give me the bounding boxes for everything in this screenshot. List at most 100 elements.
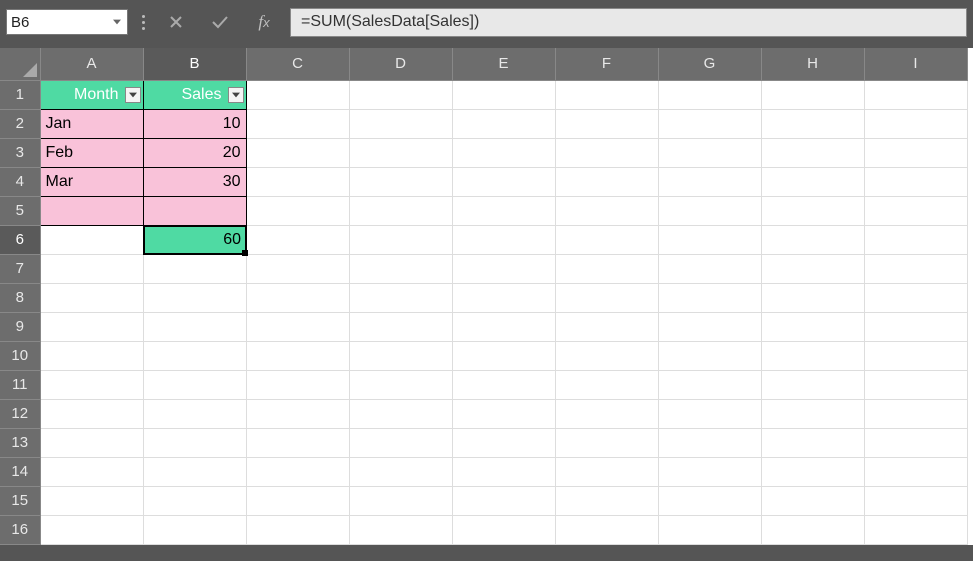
cell-C14[interactable] bbox=[246, 457, 349, 486]
row-header-9[interactable]: 9 bbox=[0, 312, 40, 341]
cell-E8[interactable] bbox=[452, 283, 555, 312]
cell-A9[interactable] bbox=[40, 312, 143, 341]
select-all-corner[interactable] bbox=[0, 48, 40, 80]
cell-E7[interactable] bbox=[452, 254, 555, 283]
cell-C6[interactable] bbox=[246, 225, 349, 254]
cell-D4[interactable] bbox=[349, 167, 452, 196]
cell-E15[interactable] bbox=[452, 486, 555, 515]
cell-H9[interactable] bbox=[761, 312, 864, 341]
cell-F11[interactable] bbox=[555, 370, 658, 399]
cell-F16[interactable] bbox=[555, 515, 658, 544]
cell-G13[interactable] bbox=[658, 428, 761, 457]
cell-E2[interactable] bbox=[452, 109, 555, 138]
cell-I7[interactable] bbox=[864, 254, 967, 283]
cell-E4[interactable] bbox=[452, 167, 555, 196]
cell-I13[interactable] bbox=[864, 428, 967, 457]
row-header-2[interactable]: 2 bbox=[0, 109, 40, 138]
formula-input[interactable]: =SUM(SalesData[Sales]) bbox=[290, 8, 967, 37]
cell-B13[interactable] bbox=[143, 428, 246, 457]
cell-A1[interactable]: Month bbox=[40, 80, 143, 109]
cell-F4[interactable] bbox=[555, 167, 658, 196]
cell-D14[interactable] bbox=[349, 457, 452, 486]
cell-C11[interactable] bbox=[246, 370, 349, 399]
cell-B2[interactable]: 10 bbox=[143, 109, 246, 138]
cell-D11[interactable] bbox=[349, 370, 452, 399]
cell-H10[interactable] bbox=[761, 341, 864, 370]
cell-H3[interactable] bbox=[761, 138, 864, 167]
cell-H15[interactable] bbox=[761, 486, 864, 515]
cell-D1[interactable] bbox=[349, 80, 452, 109]
cell-C1[interactable] bbox=[246, 80, 349, 109]
cell-A4[interactable]: Mar bbox=[40, 167, 143, 196]
cell-B12[interactable] bbox=[143, 399, 246, 428]
cell-G14[interactable] bbox=[658, 457, 761, 486]
cell-H16[interactable] bbox=[761, 515, 864, 544]
cell-D16[interactable] bbox=[349, 515, 452, 544]
cell-G8[interactable] bbox=[658, 283, 761, 312]
col-header-H[interactable]: H bbox=[761, 48, 864, 80]
cell-I15[interactable] bbox=[864, 486, 967, 515]
cell-A5[interactable] bbox=[40, 196, 143, 225]
cell-E1[interactable] bbox=[452, 80, 555, 109]
col-header-F[interactable]: F bbox=[555, 48, 658, 80]
cell-E11[interactable] bbox=[452, 370, 555, 399]
cell-A15[interactable] bbox=[40, 486, 143, 515]
cell-G1[interactable] bbox=[658, 80, 761, 109]
cell-F3[interactable] bbox=[555, 138, 658, 167]
row-header-11[interactable]: 11 bbox=[0, 370, 40, 399]
col-header-B[interactable]: B bbox=[143, 48, 246, 80]
row-header-7[interactable]: 7 bbox=[0, 254, 40, 283]
cell-C9[interactable] bbox=[246, 312, 349, 341]
cell-I6[interactable] bbox=[864, 225, 967, 254]
cell-B8[interactable] bbox=[143, 283, 246, 312]
cell-B14[interactable] bbox=[143, 457, 246, 486]
cell-H8[interactable] bbox=[761, 283, 864, 312]
cell-D9[interactable] bbox=[349, 312, 452, 341]
cell-H6[interactable] bbox=[761, 225, 864, 254]
name-box-dropdown-icon[interactable] bbox=[111, 10, 123, 34]
cell-G9[interactable] bbox=[658, 312, 761, 341]
cell-C3[interactable] bbox=[246, 138, 349, 167]
cell-H11[interactable] bbox=[761, 370, 864, 399]
row-header-6[interactable]: 6 bbox=[0, 225, 40, 254]
cell-F6[interactable] bbox=[555, 225, 658, 254]
cell-H5[interactable] bbox=[761, 196, 864, 225]
cell-F7[interactable] bbox=[555, 254, 658, 283]
cell-A3[interactable]: Feb bbox=[40, 138, 143, 167]
row-header-15[interactable]: 15 bbox=[0, 486, 40, 515]
cell-E6[interactable] bbox=[452, 225, 555, 254]
cell-D6[interactable] bbox=[349, 225, 452, 254]
cell-A12[interactable] bbox=[40, 399, 143, 428]
cell-F12[interactable] bbox=[555, 399, 658, 428]
cell-C15[interactable] bbox=[246, 486, 349, 515]
cell-C16[interactable] bbox=[246, 515, 349, 544]
row-header-8[interactable]: 8 bbox=[0, 283, 40, 312]
cell-F1[interactable] bbox=[555, 80, 658, 109]
cell-I8[interactable] bbox=[864, 283, 967, 312]
cell-D2[interactable] bbox=[349, 109, 452, 138]
cell-H14[interactable] bbox=[761, 457, 864, 486]
cell-C13[interactable] bbox=[246, 428, 349, 457]
cell-I1[interactable] bbox=[864, 80, 967, 109]
cell-G11[interactable] bbox=[658, 370, 761, 399]
cell-H7[interactable] bbox=[761, 254, 864, 283]
cell-C5[interactable] bbox=[246, 196, 349, 225]
cell-E3[interactable] bbox=[452, 138, 555, 167]
col-header-D[interactable]: D bbox=[349, 48, 452, 80]
row-header-5[interactable]: 5 bbox=[0, 196, 40, 225]
cell-E16[interactable] bbox=[452, 515, 555, 544]
cell-D10[interactable] bbox=[349, 341, 452, 370]
cell-E12[interactable] bbox=[452, 399, 555, 428]
cell-D13[interactable] bbox=[349, 428, 452, 457]
cell-I5[interactable] bbox=[864, 196, 967, 225]
cell-F8[interactable] bbox=[555, 283, 658, 312]
cell-A2[interactable]: Jan bbox=[40, 109, 143, 138]
cell-B10[interactable] bbox=[143, 341, 246, 370]
col-header-E[interactable]: E bbox=[452, 48, 555, 80]
cell-G6[interactable] bbox=[658, 225, 761, 254]
filter-button-A[interactable] bbox=[125, 87, 141, 103]
cell-C8[interactable] bbox=[246, 283, 349, 312]
cell-H13[interactable] bbox=[761, 428, 864, 457]
cell-I2[interactable] bbox=[864, 109, 967, 138]
cell-A13[interactable] bbox=[40, 428, 143, 457]
